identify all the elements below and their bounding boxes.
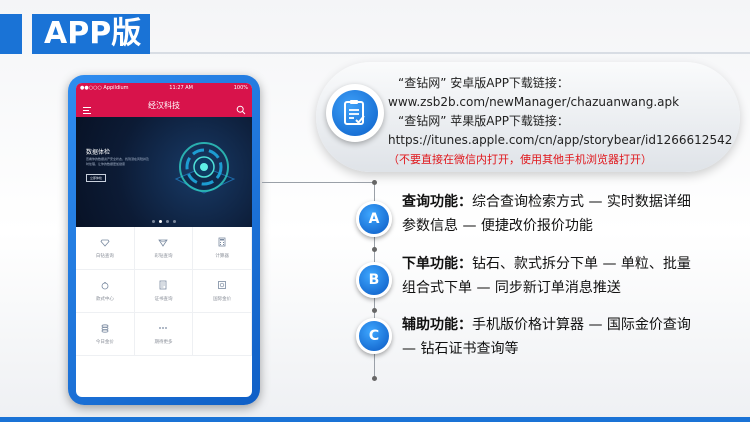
checklist-doc-icon [344,100,365,125]
grid-item-intl-gold[interactable]: 国际金价 [193,270,252,313]
timeline-dot [372,376,377,381]
feature-title: 查询功能： [402,194,472,210]
grid-item-label: 期待更多 [154,340,173,345]
callout-text: “查钻网” 安卓版APP下载链接： www.zsb2b.com/newManag… [388,74,732,169]
search-icon[interactable] [236,100,246,115]
page-title: APP版 [32,14,150,54]
grid-item-today-gold[interactable]: 今日金价 [76,313,135,356]
calculator-icon [218,237,226,247]
app-navbar: 经汉科技 [76,93,252,117]
diamond-outline-icon [100,239,110,247]
grid-item-label: 彩钻查询 [154,254,173,259]
ring-icon [101,282,109,290]
grid-item-label: 国际金价 [213,297,232,302]
android-link[interactable]: www.zsb2b.com/newManager/chazuanwang.apk [388,93,728,112]
grid-item-white-diamond[interactable]: 白钻查询 [76,227,135,270]
grid-item-certificate[interactable]: 证书查询 [134,270,194,313]
carousel-dot[interactable] [152,220,155,223]
android-link-label: “查钻网” 安卓版APP下载链接： [398,76,569,90]
title-divider [150,52,750,54]
grid-item-label: 证书查询 [154,297,173,302]
status-time: 11:27 AM [169,85,193,91]
banner-desc: 查看你的数据资产安全状态，找到潜在风险并及时处理，让你的数据更加健康 [86,157,150,166]
grid-item-label: 今日金价 [95,340,114,345]
grid-item-label: 款式中心 [95,297,114,302]
menu-icon[interactable] [82,100,92,114]
feature-order: 下单功能：钻石、款式拆分下单 — 单粒、批量组合式下单 — 同步新订单消息推送 [402,252,702,300]
more-dots-icon [159,327,168,329]
ios-link[interactable]: https://itunes.apple.com/cn/app/storybea… [388,131,732,150]
battery-text: 100% [233,85,248,91]
banner-button[interactable]: 立即体检 [86,174,107,182]
feature-title: 辅助功能： [402,317,472,333]
badge-b: B [356,262,392,298]
connector-line [262,182,374,183]
phone-mockup: ●●○○○ Appildium 11:27 AM 100% 经汉科技 数据体检 … [68,75,260,405]
timeline-dot [372,247,377,252]
promo-banner[interactable]: 数据体检 查看你的数据资产安全状态，找到潜在风险并及时处理，让你的数据更加健康 … [76,117,252,227]
bottom-accent-bar [0,417,750,422]
diamond-heart-icon [158,239,169,247]
grid-item-empty [193,313,252,356]
timeline-dot [372,180,377,185]
ios-link-label: “查钻网” 苹果版APP下载链接： [398,114,569,128]
phone-screen: ●●○○○ Appildium 11:27 AM 100% 经汉科技 数据体检 … [76,83,252,397]
carousel-dot[interactable] [166,220,169,223]
grid-item-calculator[interactable]: 计算器 [193,227,252,270]
carousel-dot[interactable] [159,220,162,223]
grid-item-color-diamond[interactable]: 彩钻查询 [134,227,194,270]
app-title: 经汉科技 [148,100,180,110]
coins-icon [101,324,109,333]
grid-item-label: 计算器 [215,254,229,259]
gold-price-icon [218,281,227,289]
browser-warning: （不要直接在微信内打开，使用其他手机浏览器打开） [388,153,652,166]
title-accent-bar [0,14,22,54]
status-bar: ●●○○○ Appildium 11:27 AM 100% [76,83,252,93]
feature-grid: 白钻查询 彩钻查询 计算器 款式中心 证书查询 国际金价 今日金价 期待更多 [76,227,252,356]
badge-c: C [356,318,392,354]
feature-title: 下单功能： [402,256,472,272]
timeline-dot [372,308,377,313]
carousel-dots[interactable] [76,220,252,223]
certificate-icon [160,280,167,290]
grid-item-style-center[interactable]: 款式中心 [76,270,135,313]
data-disk-icon [174,142,236,194]
feature-query: 查询功能：综合查询检索方式 — 实时数据详细参数信息 — 便捷改价报价功能 [402,190,702,238]
carrier-text: ●●○○○ Appildium [80,85,129,91]
grid-item-label: 白钻查询 [95,254,114,259]
feature-assist: 辅助功能：手机版价格计算器 — 国际金价查询 — 钻石证书查询等 [402,313,702,361]
banner-title: 数据体检 [86,149,111,156]
grid-item-more[interactable]: 期待更多 [134,313,194,356]
badge-a: A [356,201,392,237]
carousel-dot[interactable] [173,220,176,223]
